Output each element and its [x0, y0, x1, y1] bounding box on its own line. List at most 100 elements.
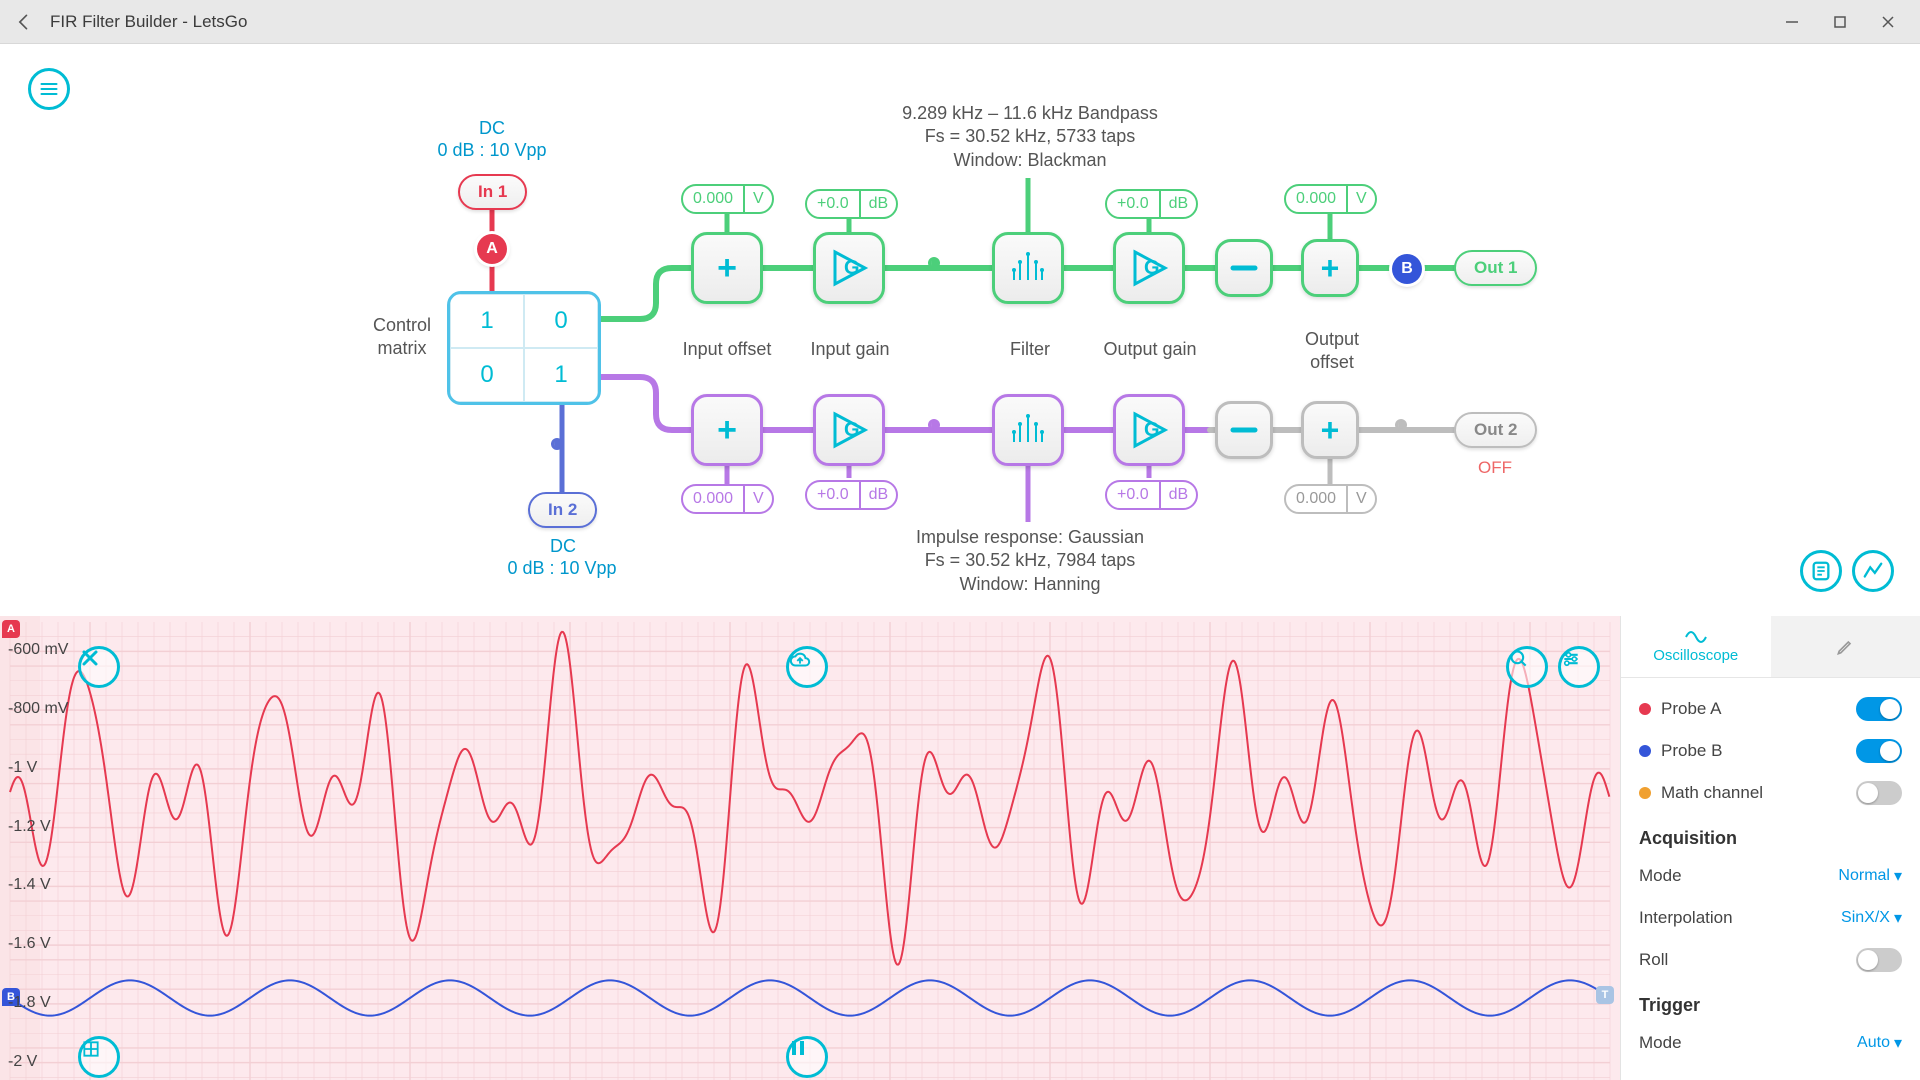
- in2-probe-socket[interactable]: [551, 438, 563, 450]
- ch1-output-gain-node[interactable]: G: [1113, 232, 1185, 304]
- ch2-input-offset-node[interactable]: +: [691, 394, 763, 466]
- acquisition-heading: Acquisition: [1639, 828, 1902, 849]
- notes-button[interactable]: [1800, 550, 1842, 592]
- y-tick: -1.6 V: [8, 935, 51, 953]
- in2-coupling[interactable]: DC: [520, 536, 606, 557]
- label-filter: Filter: [1000, 338, 1060, 361]
- tab-oscilloscope[interactable]: Oscilloscope: [1621, 616, 1771, 677]
- signal-diagram: DC 0 dB : 10 Vpp In 1 A Control matrix 1…: [0, 44, 1920, 604]
- oscilloscope-plot[interactable]: A B T 0 -600 mV-800 mV-1 V-1.2 V-1.4 V-1…: [0, 616, 1620, 1080]
- ch1-pre-filter-probe-socket[interactable]: [928, 257, 940, 269]
- out1-port[interactable]: Out 1: [1454, 250, 1537, 286]
- ch1-filter-node[interactable]: [992, 232, 1064, 304]
- trig-mode-label: Mode: [1639, 1033, 1682, 1053]
- ch1-limiter-node[interactable]: [1215, 239, 1273, 297]
- ch2-info-line3: Window: Hanning: [880, 573, 1180, 596]
- ch1-input-offset-value: 0.000: [683, 186, 745, 212]
- scope-settings-button[interactable]: [1558, 646, 1600, 688]
- in1-coupling[interactable]: DC: [449, 118, 535, 139]
- sine-icon: [1685, 629, 1707, 645]
- ch1-output-offset-node[interactable]: +: [1301, 239, 1359, 297]
- probe-b-marker[interactable]: B: [1392, 254, 1422, 284]
- ch2-output-probe-socket[interactable]: [1395, 419, 1407, 431]
- in1-range[interactable]: 0 dB : 10 Vpp: [420, 140, 564, 161]
- matrix-cell-11[interactable]: 1: [524, 348, 598, 402]
- ch1-output-gain-value: +0.0: [1107, 191, 1161, 217]
- ch2-pre-filter-probe-socket[interactable]: [928, 419, 940, 431]
- in2-range[interactable]: 0 dB : 10 Vpp: [490, 558, 634, 579]
- window-title: FIR Filter Builder - LetsGo: [50, 12, 247, 32]
- scope-close-button[interactable]: [78, 646, 120, 688]
- analyze-button[interactable]: [1852, 550, 1894, 592]
- ch1-input-offset-node[interactable]: +: [691, 232, 763, 304]
- math-dot-icon: [1639, 787, 1651, 799]
- scope-grid-button[interactable]: [78, 1036, 120, 1078]
- probe-b-toggle[interactable]: [1856, 739, 1902, 763]
- ch1-input-offset-readout[interactable]: 0.000 V: [681, 184, 774, 214]
- ch2-input-gain-readout[interactable]: +0.0 dB: [805, 480, 898, 510]
- ch1-input-gain-unit: dB: [861, 195, 897, 213]
- label-input-gain: Input gain: [800, 338, 900, 361]
- trigger-handle[interactable]: T: [1596, 986, 1614, 1004]
- y-tick: -1.2 V: [8, 818, 51, 836]
- maximize-button[interactable]: [1816, 6, 1864, 38]
- acq-interp-label: Interpolation: [1639, 908, 1733, 928]
- acq-mode-select[interactable]: Normal ▾: [1838, 866, 1902, 886]
- matrix-cell-10[interactable]: 0: [450, 348, 524, 402]
- probe-a-toggle[interactable]: [1856, 697, 1902, 721]
- math-label: Math channel: [1661, 783, 1763, 803]
- probe-a-label: Probe A: [1661, 699, 1722, 719]
- probe-a-marker[interactable]: A: [477, 234, 507, 264]
- control-matrix[interactable]: 1 0 0 1: [447, 291, 601, 405]
- in2-port[interactable]: In 2: [528, 492, 597, 528]
- probe-a-handle[interactable]: A: [2, 620, 20, 638]
- label-output-gain: Output gain: [1095, 338, 1205, 361]
- ch2-output-gain-value: +0.0: [1107, 482, 1161, 508]
- ch1-output-offset-readout[interactable]: 0.000 V: [1284, 184, 1377, 214]
- svg-text:G: G: [844, 257, 860, 279]
- close-button[interactable]: [1864, 6, 1912, 38]
- label-output-offset: Output offset: [1293, 328, 1371, 375]
- out2-port[interactable]: Out 2: [1454, 412, 1537, 448]
- ch2-input-offset-readout[interactable]: 0.000 V: [681, 484, 774, 514]
- y-tick: -2 V: [8, 1053, 37, 1071]
- y-tick: -1 V: [8, 759, 37, 777]
- probe-b-label: Probe B: [1661, 741, 1722, 761]
- ch2-limiter-node[interactable]: [1215, 401, 1273, 459]
- y-tick: -800 mV: [8, 700, 68, 718]
- matrix-cell-00[interactable]: 1: [450, 294, 524, 348]
- y-tick: -1.4 V: [8, 876, 51, 894]
- ch2-input-gain-node[interactable]: G: [813, 394, 885, 466]
- scope-cloud-button[interactable]: [786, 646, 828, 688]
- acq-interp-select[interactable]: SinX/X ▾: [1841, 908, 1902, 928]
- in1-port[interactable]: In 1: [458, 174, 527, 210]
- matrix-cell-01[interactable]: 0: [524, 294, 598, 348]
- ch1-output-gain-readout[interactable]: +0.0 dB: [1105, 189, 1198, 219]
- ch2-output-offset-unit: V: [1348, 490, 1375, 508]
- scope-zoom-button[interactable]: [1506, 646, 1548, 688]
- ch2-input-gain-value: +0.0: [807, 482, 861, 508]
- ch2-output-offset-readout[interactable]: 0.000 V: [1284, 484, 1377, 514]
- trig-mode-select[interactable]: Auto ▾: [1857, 1033, 1902, 1053]
- matrix-label: Control matrix: [360, 314, 444, 361]
- probe-b-dot-icon: [1639, 745, 1651, 757]
- label-input-offset: Input offset: [670, 338, 784, 361]
- ch2-output-offset-node[interactable]: +: [1301, 401, 1359, 459]
- math-toggle[interactable]: [1856, 781, 1902, 805]
- acq-roll-toggle[interactable]: [1856, 948, 1902, 972]
- ch1-info-line2: Fs = 30.52 kHz, 5733 taps: [880, 125, 1180, 148]
- ch1-input-gain-node[interactable]: G: [813, 232, 885, 304]
- back-button[interactable]: [8, 6, 40, 38]
- out2-off-label: OFF: [1478, 458, 1512, 478]
- ch2-output-gain-readout[interactable]: +0.0 dB: [1105, 480, 1198, 510]
- ch1-input-offset-unit: V: [745, 190, 772, 208]
- ch2-output-gain-node[interactable]: G: [1113, 394, 1185, 466]
- ch2-filter-node[interactable]: [992, 394, 1064, 466]
- ch2-output-offset-value: 0.000: [1286, 486, 1348, 512]
- scope-pause-button[interactable]: [786, 1036, 828, 1078]
- scope-side-panel: Oscilloscope Probe A Probe B Math channe…: [1620, 616, 1920, 1080]
- ch1-input-gain-readout[interactable]: +0.0 dB: [805, 189, 898, 219]
- minimize-button[interactable]: [1768, 6, 1816, 38]
- svg-text:G: G: [844, 419, 860, 441]
- tab-edit[interactable]: [1771, 616, 1920, 677]
